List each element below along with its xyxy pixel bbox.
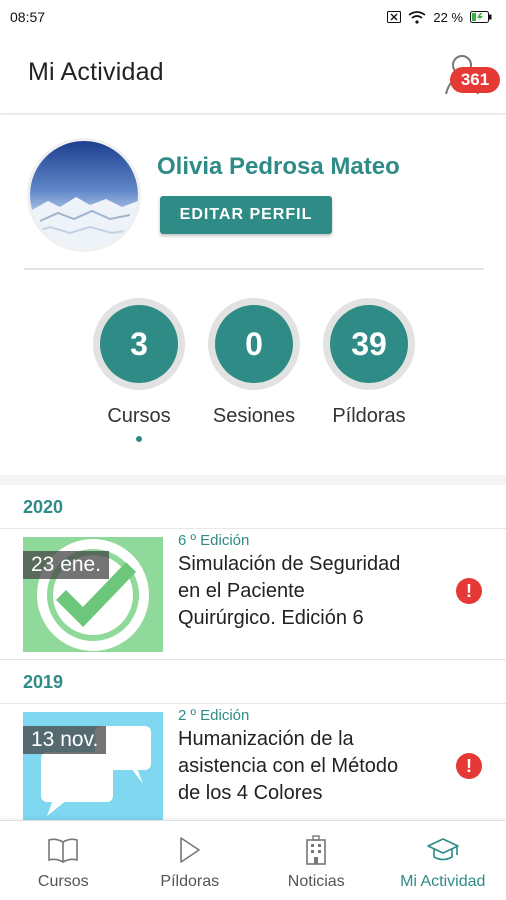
section-separator <box>0 475 506 485</box>
wifi-icon <box>408 10 426 24</box>
nav-item-noticias[interactable]: Noticias <box>253 821 380 900</box>
book-icon <box>48 838 79 863</box>
course-title: Simulación de Seguridad en el Paciente Q… <box>178 553 401 629</box>
alert-icon[interactable]: ! <box>456 578 482 604</box>
stat-label: Píldoras <box>332 405 406 427</box>
nav-label: Cursos <box>37 873 89 890</box>
year-label: 2020 <box>23 497 64 517</box>
avatar <box>30 141 138 249</box>
nav-item-cursos[interactable]: Cursos <box>0 821 127 900</box>
nav-label: Píldoras <box>160 873 220 890</box>
course-date: 13 nov. <box>23 726 107 754</box>
course-card[interactable]: 13 nov. 2 º Edición Humanización de la a… <box>0 705 506 835</box>
course-title: Humanización de la asistencia con el Mét… <box>178 728 399 804</box>
graduation-cap-icon <box>426 838 459 861</box>
course-edition: 6 º Edición <box>178 532 250 549</box>
year-label: 2019 <box>23 672 64 692</box>
alert-icon[interactable]: ! <box>456 753 482 779</box>
stat-value: 39 <box>330 305 408 383</box>
nav-item-mi-actividad[interactable]: Mi Actividad <box>380 821 506 900</box>
stat-value: 0 <box>215 305 293 383</box>
year-header: 2019 <box>0 660 506 704</box>
course-date: 23 ene. <box>23 551 110 579</box>
year-header: 2020 <box>0 485 506 529</box>
notification-badge[interactable]: 361 <box>450 67 500 93</box>
nav-item-pildoras[interactable]: Píldoras <box>127 821 254 900</box>
app-bar: Mi Actividad <box>0 34 506 114</box>
bottom-navigation: Cursos Píldoras Noticias Mi Actividad <box>0 820 506 900</box>
page-title: Mi Actividad <box>28 58 164 86</box>
nav-label: Mi Actividad <box>400 873 486 890</box>
course-card[interactable]: 23 ene. 6 º Edición Simulación de Seguri… <box>0 530 506 660</box>
stat-value: 3 <box>100 305 178 383</box>
course-thumbnail: 13 nov. <box>23 712 163 827</box>
user-name: Olivia Pedrosa Mateo <box>157 153 400 180</box>
nav-label: Noticias <box>287 873 345 890</box>
divider <box>24 268 484 270</box>
battery-percentage: 22 % <box>433 9 463 25</box>
sim-card-icon <box>387 11 402 23</box>
main-content: Olivia Pedrosa Mateo EDITAR PERFIL 3 Cur… <box>0 115 506 827</box>
battery-charging-icon <box>470 11 492 23</box>
stat-sesiones[interactable]: 0 Sesiones <box>208 298 300 427</box>
status-icons: 22 % <box>387 10 492 25</box>
course-edition: 2 º Edición <box>178 707 250 724</box>
course-thumbnail: 23 ene. <box>23 537 163 652</box>
stat-cursos[interactable]: 3 Cursos <box>93 298 185 442</box>
edit-profile-button[interactable]: EDITAR PERFIL <box>160 196 332 234</box>
building-icon <box>306 835 327 865</box>
active-tab-indicator <box>136 436 142 442</box>
status-bar: 08:57 22 % <box>0 0 506 34</box>
play-icon <box>179 837 200 863</box>
status-time: 08:57 <box>10 9 46 25</box>
stat-pildoras[interactable]: 39 Píldoras <box>323 298 415 427</box>
